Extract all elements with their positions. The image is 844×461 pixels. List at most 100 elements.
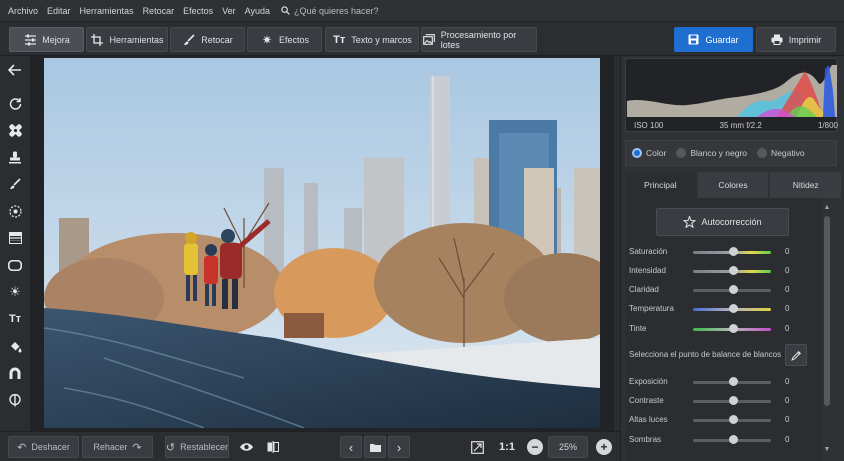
eyedropper-icon[interactable]: [785, 344, 807, 366]
stamp-icon[interactable]: [5, 147, 25, 167]
menu-archivo[interactable]: Archivo: [8, 6, 38, 16]
slider-sombras[interactable]: Sombras 0: [629, 433, 819, 447]
reset-button[interactable]: ↺ Restablecer: [165, 436, 229, 458]
mode-negative[interactable]: Negativo: [757, 148, 805, 158]
tab-texto-marcos[interactable]: Tт Texto y marcos: [325, 27, 419, 52]
menu-herramientas[interactable]: Herramientas: [80, 6, 134, 16]
vignette-icon[interactable]: [5, 255, 25, 275]
slider-label: Intensidad: [629, 266, 666, 275]
slider-knob[interactable]: [729, 285, 738, 294]
tab-nitidez[interactable]: Nitidez: [770, 172, 842, 198]
tab-efectos[interactable]: ✷ Efectos: [247, 27, 322, 52]
redo-button[interactable]: Rehacer ↷: [82, 436, 153, 458]
slider-altas-luces[interactable]: Altas luces 0: [629, 413, 819, 427]
save-button[interactable]: Guardar: [674, 27, 753, 52]
slider-knob[interactable]: [729, 435, 738, 444]
scroll-up-icon[interactable]: ▲: [823, 204, 831, 212]
floppy-icon: [688, 34, 699, 45]
tab-mejora[interactable]: Mejora: [9, 27, 84, 52]
tab-herramientas-label: Herramientas: [109, 34, 164, 45]
image-canvas[interactable]: [30, 56, 614, 431]
slider-temperatura[interactable]: Temperatura 0: [629, 302, 819, 316]
scroll-down-icon[interactable]: ▼: [823, 446, 831, 454]
slider-saturacion[interactable]: Saturación 0: [629, 245, 819, 259]
tab-principal[interactable]: Principal: [625, 172, 696, 198]
slider-claridad[interactable]: Claridad 0: [629, 283, 819, 297]
zoom-value[interactable]: 25%: [548, 436, 588, 458]
print-label: Imprimir: [788, 34, 822, 45]
slider-knob[interactable]: [729, 324, 738, 333]
tab-retocar[interactable]: Retocar: [170, 27, 245, 52]
print-button[interactable]: Imprimir: [756, 27, 836, 52]
light-icon[interactable]: ☀: [5, 282, 25, 302]
next-image-button[interactable]: ›: [388, 436, 410, 458]
redo-label: Rehacer: [93, 442, 128, 452]
undo-button[interactable]: ↶ Deshacer: [8, 436, 79, 458]
white-balance-row: Selecciona el punto de balance de blanco…: [629, 344, 819, 366]
gradient-filter-icon[interactable]: [5, 228, 25, 248]
redo-icon: ↷: [132, 441, 142, 454]
menu-editar[interactable]: Editar: [47, 6, 71, 16]
brush-tool-icon[interactable]: [5, 174, 25, 194]
tab-colores[interactable]: Colores: [697, 172, 769, 198]
menu-ver[interactable]: Ver: [222, 6, 236, 16]
eye-icon[interactable]: [235, 436, 257, 458]
tab-texto-label: Texto y marcos: [351, 34, 412, 45]
slider-label: Tinte: [629, 324, 647, 333]
mode-bw-label: Blanco y negro: [690, 148, 748, 158]
zoom-in-button[interactable]: +: [596, 439, 612, 455]
text-icon: Tт: [333, 33, 346, 46]
scroll-thumb[interactable]: [824, 216, 830, 406]
histogram: ISO 100 35 mm f/2.2 1/800: [625, 58, 838, 132]
auto-correct-button[interactable]: Autocorrección: [656, 208, 789, 236]
actual-size-button[interactable]: 1:1: [494, 436, 520, 458]
radio-unselected: [676, 148, 687, 158]
slider-label: Sombras: [629, 435, 662, 444]
slider-knob[interactable]: [729, 247, 738, 256]
radio-unselected: [757, 148, 768, 158]
fit-screen-icon[interactable]: [466, 436, 488, 458]
white-balance-label: Selecciona el punto de balance de blanco…: [629, 350, 782, 359]
menu-retocar[interactable]: Retocar: [143, 6, 175, 16]
tab-herramientas[interactable]: Herramientas: [86, 27, 168, 52]
radial-filter-icon[interactable]: [5, 201, 25, 221]
bandage-icon[interactable]: [5, 120, 25, 140]
auto-correct-label: Autocorrección: [701, 217, 762, 227]
auto-star-icon: [683, 216, 697, 228]
slider-label: Exposición: [629, 377, 668, 386]
prev-image-button[interactable]: ‹: [340, 436, 362, 458]
tab-procesamiento[interactable]: Procesamiento por lotes: [421, 27, 537, 52]
back-arrow-icon[interactable]: [5, 60, 25, 80]
slider-knob[interactable]: [729, 266, 738, 275]
text-tool-icon[interactable]: Tт: [5, 309, 25, 329]
principal-panel: Autocorrección Saturación 0 Intensidad 0…: [625, 198, 821, 461]
menu-efectos[interactable]: Efectos: [183, 6, 213, 16]
slider-knob[interactable]: [729, 304, 738, 313]
slider-exposicion[interactable]: Exposición 0: [629, 375, 819, 389]
slider-value: 0: [785, 285, 790, 294]
slider-knob[interactable]: [729, 377, 738, 386]
panel-scrollbar[interactable]: ▲ ▼: [822, 202, 832, 457]
photo-preview[interactable]: [44, 58, 600, 428]
rotate-icon[interactable]: [5, 93, 25, 113]
menu-ayuda[interactable]: Ayuda: [245, 6, 270, 16]
shield-icon[interactable]: [5, 390, 25, 410]
mode-bw[interactable]: Blanco y negro: [676, 148, 747, 158]
open-folder-button[interactable]: [364, 436, 386, 458]
compare-icon[interactable]: [262, 436, 284, 458]
slider-knob[interactable]: [729, 415, 738, 424]
slider-contraste[interactable]: Contraste 0: [629, 394, 819, 408]
slider-intensidad[interactable]: Intensidad 0: [629, 264, 819, 278]
main-toolbar: Mejora Herramientas Retocar ✷ Efectos Tт…: [0, 22, 844, 56]
mode-color[interactable]: Color: [632, 148, 666, 158]
zoom-out-button[interactable]: −: [527, 439, 543, 455]
slider-knob[interactable]: [729, 396, 738, 405]
magnet-icon[interactable]: [5, 363, 25, 383]
command-search[interactable]: ¿Qué quieres hacer?: [281, 6, 379, 16]
panel-tabs: Principal Colores Nitidez: [621, 172, 844, 198]
slider-tinte[interactable]: Tinte 0: [629, 322, 819, 336]
slider-value: 0: [785, 415, 790, 424]
search-placeholder: ¿Qué quieres hacer?: [293, 5, 379, 16]
fill-icon[interactable]: [5, 336, 25, 356]
tab-procesamiento-label: Procesamiento por lotes: [440, 29, 517, 50]
